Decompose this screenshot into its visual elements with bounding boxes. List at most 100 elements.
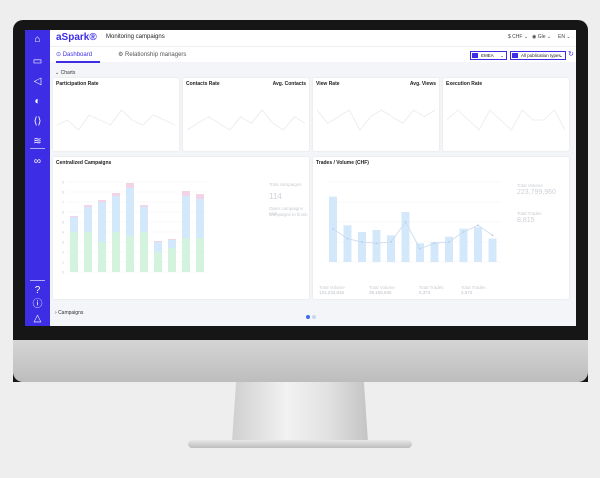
execution-rate-panel: Execution Rate [443, 78, 569, 151]
campaigns-section-label: Campaigns [58, 310, 84, 316]
total-campaigns-value: 114 [269, 192, 282, 201]
help-icon[interactable]: ? [31, 284, 44, 297]
tab-relationship-managers[interactable]: ⚙ Relationship managers [118, 51, 186, 58]
y-tick-label: 4 [62, 231, 64, 235]
campaigns-section-toggle[interactable]: › Campaigns [55, 310, 83, 316]
refresh-icon[interactable]: ↻ [568, 50, 574, 58]
campaign-bar [98, 202, 106, 242]
trades-point [491, 234, 494, 237]
trades-point [404, 221, 407, 223]
trades-volume-chart [327, 181, 501, 263]
book-icon[interactable]: ▭ [31, 55, 44, 68]
contacts-rate-chart [186, 109, 306, 131]
warning-icon[interactable]: △ [31, 312, 44, 325]
trades-point [361, 241, 363, 243]
chevron-down-icon: ⌄ [500, 53, 504, 58]
trades-line [332, 221, 493, 250]
panel-title: Centralized Campaigns [56, 160, 112, 166]
chevron-down-icon: ⌄ [559, 53, 563, 58]
campaign-bar [112, 196, 120, 232]
monitor-stand-neck [232, 382, 368, 442]
trades-point [433, 242, 436, 245]
campaign-bar [126, 188, 134, 236]
user-menu[interactable]: ◉ Gle ⌄ [532, 34, 551, 40]
view-rate-chart [316, 109, 436, 131]
y-tick-label: 5 [62, 221, 64, 225]
volume-bar [387, 235, 395, 262]
analytics-icon[interactable]: ≋ [31, 135, 44, 148]
monitor-chin [13, 340, 588, 382]
trades-point [448, 241, 450, 243]
trades-point [462, 231, 465, 233]
chevron-down-icon: ⌄ [522, 34, 529, 40]
campaign-bar [154, 242, 162, 252]
page-title: Monitoring campaigns [106, 34, 165, 40]
campaign-bar [126, 236, 134, 272]
participation-rate-chart [56, 109, 176, 131]
trades-point [346, 237, 349, 240]
campaign-bar [168, 239, 176, 240]
campaign-bar [196, 194, 204, 199]
contacts-rate-panel: Contacts Rate Avg. Contacts [183, 78, 309, 151]
user-name: Gle [537, 34, 546, 40]
chart-pie-icon[interactable]: ◐ [31, 95, 44, 108]
y-tick-label: 2 [62, 251, 64, 255]
campaign-bar [140, 205, 148, 207]
campaign-bar [84, 232, 92, 272]
trades-point [477, 224, 479, 227]
campaign-bar [112, 193, 120, 196]
total-trades-value: 8,815 [517, 217, 535, 224]
trades-point [419, 247, 421, 250]
region-select[interactable]: EMEA ⌄ [470, 51, 507, 60]
sidebar: ⌂ ▭ ◁ ◐ ⟨⟩ ≋ ∞ ? ⓘ △ [25, 30, 50, 326]
rate-line [186, 109, 306, 131]
info-icon[interactable]: ⓘ [31, 298, 44, 311]
tab-bar: ⊙ Dashboard ⚙ Relationship managers EMEA… [50, 46, 576, 63]
trades-volume-panel: Trades / Volume (CHF) Total Volume 223,7… [313, 157, 569, 299]
execution-rate-chart [446, 109, 566, 131]
currency-selector[interactable]: $ CHF ⌄ [508, 34, 528, 40]
campaign-bar [126, 183, 134, 188]
volume-bar [474, 227, 482, 262]
currency-label: CHF [512, 34, 523, 40]
top-header: aSpark® Monitoring campaigns $ CHF ⌄ ◉ G… [50, 30, 576, 46]
campaign-bar [140, 232, 148, 272]
screen: ⌂ ▭ ◁ ◐ ⟨⟩ ≋ ∞ ? ⓘ △ aSpark® Monitoring … [25, 30, 576, 326]
campaign-bar [140, 207, 148, 232]
campaign-bar [196, 199, 204, 238]
brand-logo[interactable]: aSpark® [56, 32, 97, 43]
campaign-bar [154, 241, 162, 242]
y-tick-label: 3 [62, 241, 64, 245]
publication-type-select[interactable]: All publication types ⌄ [510, 51, 566, 60]
rate-line [56, 109, 176, 131]
sidebar-divider [30, 280, 45, 281]
home-icon[interactable]: ⌂ [31, 33, 44, 46]
charts-section-label: Charts [60, 70, 76, 76]
carousel-dots [306, 306, 318, 324]
volume-bar [416, 243, 424, 262]
stat-value: 121,232,816 [319, 290, 345, 295]
volume-bar [343, 225, 352, 262]
charts-section-toggle[interactable]: ⌄ Charts [55, 70, 75, 76]
campaign-bar [70, 216, 78, 217]
y-tick-label: 6 [62, 211, 64, 215]
monitor-stand-base [188, 440, 412, 448]
campaign-bar [98, 242, 106, 272]
language-label: EN [558, 34, 565, 40]
campaign-bar [168, 240, 176, 248]
tab-dashboard[interactable]: ⊙ Dashboard [56, 51, 92, 58]
campaign-bar [70, 232, 78, 272]
campaigns-note: campaigns to finish [269, 212, 308, 217]
language-selector[interactable]: EN ⌄ [558, 34, 571, 40]
code-icon[interactable]: ⟨⟩ [31, 115, 44, 128]
people-icon[interactable]: ∞ [31, 155, 44, 168]
megaphone-icon[interactable]: ◁ [31, 75, 44, 88]
stage: ⌂ ▭ ◁ ◐ ⟨⟩ ≋ ∞ ? ⓘ △ aSpark® Monitoring … [0, 0, 600, 478]
campaign-bar [98, 200, 106, 202]
carousel-dot[interactable] [306, 315, 310, 319]
volume-bar [372, 230, 381, 262]
carousel-dot[interactable] [312, 315, 316, 319]
filter-icon [472, 53, 478, 58]
region-value: EMEA [481, 53, 494, 58]
tab-underline [56, 61, 100, 63]
